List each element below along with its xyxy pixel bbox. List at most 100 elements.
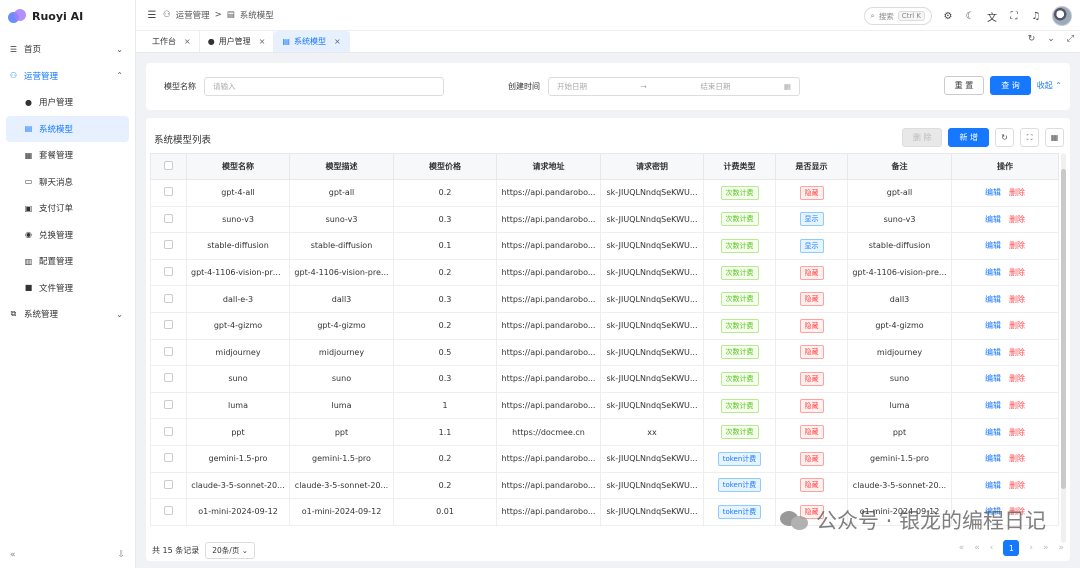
sidebar-item-system[interactable]: ⧉ 系统管理 ⌄ bbox=[0, 301, 135, 328]
row-select[interactable] bbox=[150, 205, 187, 234]
delete-link[interactable]: 删除 bbox=[1009, 188, 1025, 197]
row-select[interactable] bbox=[150, 391, 187, 420]
model-name-input[interactable]: 请输入 bbox=[204, 77, 444, 96]
delete-link[interactable]: 删除 bbox=[1009, 241, 1025, 250]
pin-icon[interactable]: ⇩ bbox=[117, 550, 125, 560]
delete-link[interactable]: 删除 bbox=[1009, 321, 1025, 330]
row-checkbox[interactable] bbox=[164, 267, 173, 277]
global-search[interactable]: ⌕ 搜索 Ctrl K bbox=[863, 7, 932, 25]
edit-link[interactable]: 编辑 bbox=[985, 241, 1001, 250]
delete-link[interactable]: 删除 bbox=[1009, 268, 1025, 277]
tab-workbench[interactable]: 工作台 × bbox=[144, 31, 200, 52]
delete-link[interactable]: 删除 bbox=[1009, 401, 1025, 410]
row-checkbox[interactable] bbox=[164, 479, 173, 489]
row-checkbox[interactable] bbox=[164, 373, 173, 383]
row-select[interactable] bbox=[150, 498, 187, 526]
batch-delete-button[interactable]: 删 除 bbox=[901, 128, 943, 147]
row-checkbox[interactable] bbox=[164, 320, 173, 330]
maximize-icon[interactable]: ⤢ bbox=[1067, 34, 1074, 44]
select-all-checkbox[interactable] bbox=[150, 153, 187, 180]
sidebar-item-orders[interactable]: ▣ 支付订单 bbox=[0, 195, 135, 222]
current-page[interactable]: 1 bbox=[1003, 540, 1020, 556]
chevron-down-icon[interactable]: ⌄ bbox=[1047, 34, 1055, 44]
row-checkbox[interactable] bbox=[164, 187, 173, 197]
query-button[interactable]: 查 询 bbox=[990, 76, 1031, 95]
first-page-icon[interactable]: « bbox=[959, 543, 965, 553]
column-settings-icon[interactable]: ▦ bbox=[1045, 128, 1064, 147]
fullscreen-icon[interactable]: ⛶ bbox=[1020, 128, 1039, 147]
delete-link[interactable]: 删除 bbox=[1009, 481, 1025, 490]
reset-button[interactable]: 重 置 bbox=[943, 76, 985, 95]
sidebar-item-operations[interactable]: ⚇ 运营管理 ⌃ bbox=[0, 63, 135, 90]
row-checkbox[interactable] bbox=[164, 400, 173, 410]
sidebar-item-user-management[interactable]: ● 用户管理 bbox=[0, 89, 135, 116]
delete-link[interactable]: 删除 bbox=[1009, 374, 1025, 383]
settings-icon[interactable]: ⚙ bbox=[942, 11, 954, 22]
edit-link[interactable]: 编辑 bbox=[985, 401, 1001, 410]
prev-page-icon[interactable]: ‹ bbox=[990, 543, 994, 553]
refresh-icon[interactable]: ↻ bbox=[1028, 34, 1036, 44]
next-group-icon[interactable]: » bbox=[1043, 543, 1049, 553]
last-page-icon[interactable]: » bbox=[1058, 543, 1064, 553]
page-size-select[interactable]: 20条/页 ⌄ bbox=[205, 542, 256, 559]
sidebar-item-config[interactable]: ▥ 配置管理 bbox=[0, 248, 135, 275]
date-range-picker[interactable]: 开始日期 → 结束日期 ▦ bbox=[548, 77, 800, 96]
refresh-icon[interactable]: ↻ bbox=[995, 128, 1014, 147]
sidebar-item-files[interactable]: ■ 文件管理 bbox=[0, 275, 135, 302]
row-select[interactable] bbox=[150, 311, 187, 340]
edit-link[interactable]: 编辑 bbox=[985, 188, 1001, 197]
delete-link[interactable]: 删除 bbox=[1009, 428, 1025, 437]
collapse-sidebar-icon[interactable]: « bbox=[10, 550, 16, 560]
delete-link[interactable]: 删除 bbox=[1009, 454, 1025, 463]
edit-link[interactable]: 编辑 bbox=[985, 295, 1001, 304]
sidebar-item-chat[interactable]: ▭ 聊天消息 bbox=[0, 169, 135, 196]
row-checkbox[interactable] bbox=[164, 293, 173, 303]
tab-user-management[interactable]: ● 用户管理 × bbox=[200, 31, 275, 52]
row-checkbox[interactable] bbox=[164, 506, 173, 516]
close-icon[interactable]: × bbox=[184, 37, 191, 46]
sidebar-item-package[interactable]: ▦ 套餐管理 bbox=[0, 142, 135, 169]
row-select[interactable] bbox=[150, 444, 187, 473]
row-select[interactable] bbox=[150, 179, 187, 207]
edit-link[interactable]: 编辑 bbox=[985, 215, 1001, 224]
fullscreen-icon[interactable]: ⛶ bbox=[1008, 11, 1020, 22]
prev-group-icon[interactable]: « bbox=[974, 543, 980, 553]
edit-link[interactable]: 编辑 bbox=[985, 374, 1001, 383]
close-icon[interactable]: × bbox=[334, 37, 341, 46]
edit-link[interactable]: 编辑 bbox=[985, 454, 1001, 463]
tab-system-model[interactable]: ▤ 系统模型 × bbox=[274, 31, 350, 52]
edit-link[interactable]: 编辑 bbox=[985, 428, 1001, 437]
row-select[interactable] bbox=[150, 285, 187, 313]
next-page-icon[interactable]: › bbox=[1029, 543, 1033, 553]
translate-icon[interactable]: 文 bbox=[986, 9, 998, 24]
delete-link[interactable]: 删除 bbox=[1009, 295, 1025, 304]
dark-mode-icon[interactable]: ☾ bbox=[964, 11, 976, 22]
row-select[interactable] bbox=[150, 338, 187, 367]
close-icon[interactable]: × bbox=[259, 37, 266, 46]
collapse-link[interactable]: 收起 ⌃ bbox=[1037, 80, 1062, 91]
row-checkbox[interactable] bbox=[164, 346, 173, 356]
sidebar-item-exchange[interactable]: ◉ 兑换管理 bbox=[0, 222, 135, 249]
row-checkbox[interactable] bbox=[164, 453, 173, 463]
avatar[interactable] bbox=[1052, 6, 1072, 26]
row-select[interactable] bbox=[150, 258, 187, 287]
edit-link[interactable]: 编辑 bbox=[985, 348, 1001, 357]
edit-link[interactable]: 编辑 bbox=[985, 268, 1001, 277]
add-button[interactable]: 新 增 bbox=[948, 128, 989, 147]
row-select[interactable] bbox=[150, 471, 187, 500]
row-select[interactable] bbox=[150, 365, 187, 393]
row-select[interactable] bbox=[150, 232, 187, 260]
table-scrollbar[interactable] bbox=[1061, 153, 1066, 543]
row-checkbox[interactable] bbox=[164, 240, 173, 250]
edit-link[interactable]: 编辑 bbox=[985, 321, 1001, 330]
edit-link[interactable]: 编辑 bbox=[985, 481, 1001, 490]
row-select[interactable] bbox=[150, 418, 187, 446]
row-checkbox[interactable] bbox=[164, 426, 173, 436]
breadcrumb-item[interactable]: 系统模型 bbox=[240, 9, 274, 21]
logo[interactable]: Ruoyi AI bbox=[0, 0, 135, 32]
menu-toggle-icon[interactable]: ☰ bbox=[146, 10, 158, 21]
row-checkbox[interactable] bbox=[164, 213, 173, 223]
delete-link[interactable]: 删除 bbox=[1009, 348, 1025, 357]
sidebar-item-home[interactable]: ☰ 首页 ⌄ bbox=[0, 36, 135, 63]
delete-link[interactable]: 删除 bbox=[1009, 215, 1025, 224]
